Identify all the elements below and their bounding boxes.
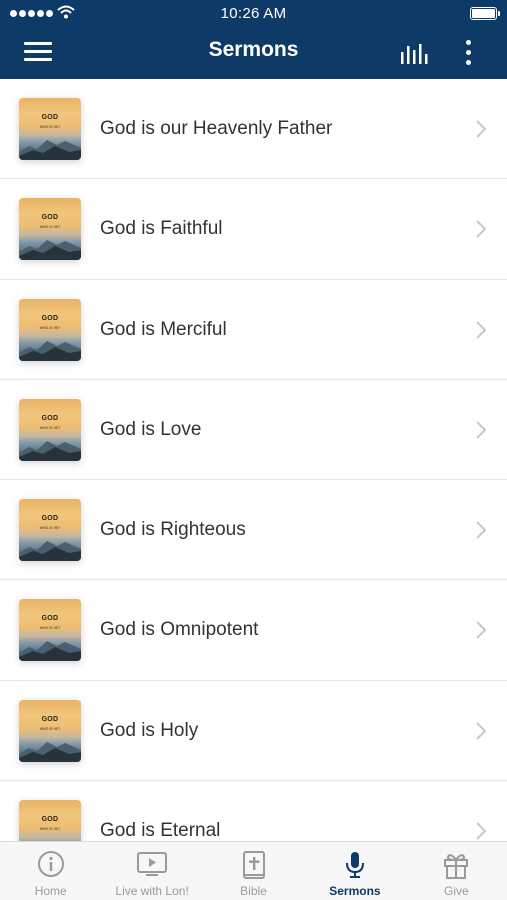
tab-give[interactable]: Give [406,842,507,900]
sermon-title: God is Eternal [100,820,221,841]
status-time: 10:26 AM [220,5,287,22]
thumbnail-title: GOD [41,314,59,322]
sermon-list-item[interactable]: GOD WHO IS HE? God is Eternal [0,781,507,841]
sermon-list-item[interactable]: GOD WHO IS HE? God is Holy [0,680,507,782]
chevron-right-icon [476,521,487,539]
tab-label: Home [34,884,67,898]
sermon-title: God is Faithful [100,218,223,240]
chevron-right-icon [476,822,487,840]
tab-home[interactable]: Home [0,842,101,900]
sermon-title: God is Omnipotent [100,619,259,641]
sermon-title: God is Love [100,418,202,440]
sermon-list-item[interactable]: GOD WHO IS HE? God is Omnipotent [0,580,507,681]
sermon-list-item[interactable]: GOD WHO IS HE? God is Merciful [0,279,507,380]
mountain-graphic [19,240,81,261]
tab-sermons[interactable]: Sermons [304,842,405,900]
thumbnail-subtitle: WHO IS HE? [39,325,61,330]
more-options-icon[interactable] [460,38,476,68]
sermon-thumbnail: GOD WHO IS HE? [19,800,81,841]
mountain-graphic [19,340,81,361]
chevron-right-icon [476,421,487,439]
tab-label: Bible [240,884,267,898]
chevron-right-icon [476,621,487,640]
thumbnail-title: GOD [41,816,59,824]
chevron-right-icon [476,120,487,138]
thumbnail-title: GOD [41,715,59,723]
chevron-right-icon [476,722,487,740]
mountain-graphic [19,541,81,562]
sermon-title: God is Holy [100,719,199,741]
thumbnail-subtitle: WHO IS HE? [39,125,61,129]
status-bar: 10:26 AM [0,0,507,28]
tab-live-with-lon[interactable]: Live with Lon! [101,842,202,900]
mountain-graphic [19,641,81,662]
sermon-list-item[interactable]: GOD WHO IS HE? God is Righteous [0,480,507,581]
battery-icon [470,7,500,20]
sermon-list-item[interactable]: GOD WHO IS HE? God is Faithful [0,179,507,280]
chevron-right-icon [476,320,487,339]
sermon-thumbnail: GOD WHO IS HE? [19,599,81,662]
thumbnail-subtitle: WHO IS HE? [39,726,61,731]
chevron-right-icon [476,220,487,239]
sermon-thumbnail: GOD WHO IS HE? [19,98,81,160]
tab-bar: Home Live with Lon! Bible Sermons Give [0,841,507,900]
mountain-graphic [19,741,81,762]
thumbnail-title: GOD [41,414,59,422]
mountain-graphic [19,832,81,841]
thumbnail-subtitle: WHO IS HE? [39,425,61,430]
sermon-thumbnail: GOD WHO IS HE? [19,499,81,562]
sermon-thumbnail: GOD WHO IS HE? [19,298,81,361]
mountain-graphic [19,440,81,461]
sermon-thumbnail: GOD WHO IS HE? [19,699,81,762]
sermon-list: GOD WHO IS HE? God is our Heavenly Father G… [0,79,507,841]
thumbnail-subtitle: WHO IS HE? [39,827,61,832]
thumbnail-subtitle: WHO IS HE? [39,526,61,531]
thumbnail-subtitle: WHO IS HE? [39,626,61,631]
sermon-thumbnail: GOD WHO IS HE? [19,198,81,261]
tab-label: Sermons [329,884,381,898]
mountain-graphic [19,140,81,160]
sermon-title: God is Righteous [100,519,246,541]
app-header: 10:26 AM Sermons [0,0,507,79]
tab-bible[interactable]: Bible [203,842,304,900]
tab-label: Live with Lon! [115,884,189,898]
sermon-list-item[interactable]: GOD WHO IS HE? God is Love [0,379,507,481]
sermon-list-item[interactable]: GOD WHO IS HE? God is our Heavenly Father [0,79,507,180]
tab-label: Give [443,884,469,898]
sermon-thumbnail: GOD WHO IS HE? [19,398,81,461]
sermon-title: God is Merciful [100,318,227,340]
thumbnail-title: GOD [41,515,59,523]
thumbnail-title: GOD [41,214,59,222]
thumbnail-title: GOD [41,114,59,121]
thumbnail-title: GOD [41,615,59,623]
thumbnail-subtitle: WHO IS HE? [39,225,61,230]
sermon-title: God is our Heavenly Father [100,118,333,139]
audio-levels-icon[interactable] [399,40,431,66]
